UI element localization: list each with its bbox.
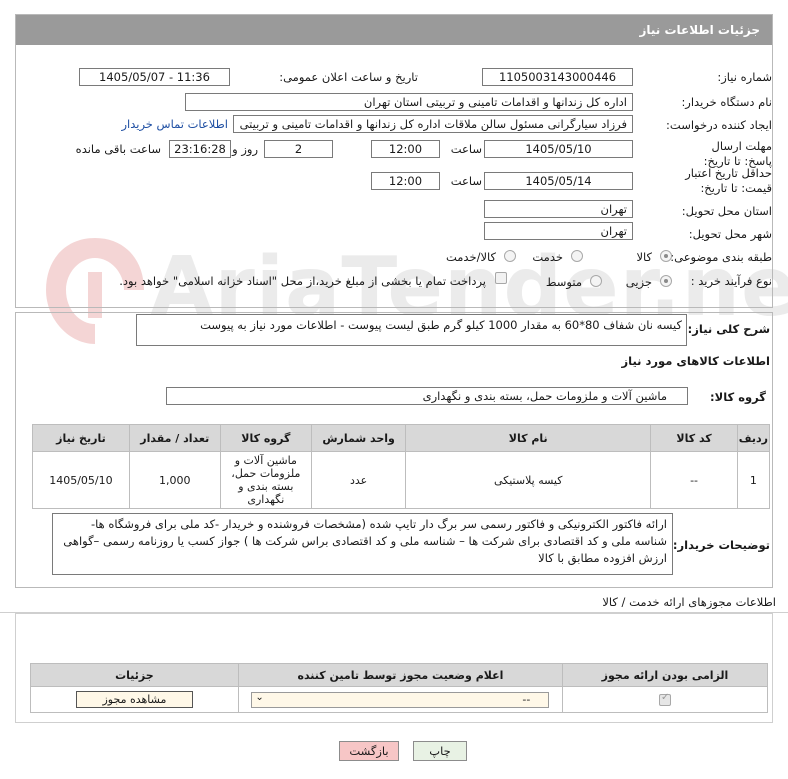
validity-time-field: 12:00 (371, 172, 440, 190)
details-panel: جزئیات اطلاعات نیاز (15, 14, 773, 308)
chevron-down-icon: ⌄ (255, 691, 264, 703)
deadline-date-field: 1405/05/10 (484, 140, 633, 158)
category-option-goods: کالا (636, 250, 652, 264)
buyer-org-field: اداره کل زندانها و اقدامات تامینی و تربی… (185, 93, 633, 111)
col-header-qty: تعداد / مقدار (128, 424, 221, 452)
category-label: طبقه بندی موضوعی: (670, 250, 772, 264)
col-header-row: ردیف (736, 424, 771, 452)
deadline-time-field: 12:00 (371, 140, 440, 158)
col-header-group: گروه کالا (219, 424, 313, 452)
col-header-required: الزامی بودن ارائه مجوز (562, 663, 768, 687)
panel-header: جزئیات اطلاعات نیاز (16, 15, 772, 45)
view-permit-button[interactable]: مشاهده مجوز (75, 691, 193, 708)
process-radio-medium[interactable] (590, 275, 602, 287)
category-option-service: خدمت (532, 250, 563, 264)
validity-label: حداقل تاریخ اعتبار قیمت: تا تاریخ: (685, 166, 772, 195)
category-radio-goods[interactable] (660, 250, 672, 262)
requester-field: فرزاد سیارگرانی مسئول سالن ملاقات اداره … (233, 115, 633, 133)
col-header-code: کد کالا (650, 424, 738, 452)
cell-item-name: کیسه پلاستیکی (405, 451, 652, 509)
goods-table: ردیف کد کالا نام کالا واحد شمارش گروه کا… (32, 424, 771, 509)
cell-quantity: 1,000 (128, 451, 221, 509)
permit-status-select[interactable]: -- ⌄ (251, 691, 550, 708)
process-option-minor: جزیی (625, 275, 652, 289)
col-header-details: جزئیات (30, 663, 239, 687)
category-radio-goods-service[interactable] (504, 250, 516, 262)
validity-date-field: 1405/05/14 (484, 172, 633, 190)
table-row: ✓ -- ⌄ مشاهده مجوز (30, 686, 768, 713)
announce-datetime-field: 1405/05/07 - 11:36 (79, 68, 230, 86)
status-cell: -- ⌄ (237, 686, 564, 713)
validity-time-label: ساعت (450, 174, 482, 188)
col-header-date: تاریخ نیاز (32, 424, 130, 452)
goods-group-label: گروه کالا: (710, 390, 766, 404)
description-label: شرح کلی نیاز: (687, 322, 770, 336)
days-remaining-field: 2 (264, 140, 333, 158)
treasury-payment-note: پرداخت تمام یا بخشی از مبلغ خرید،از محل … (119, 274, 486, 288)
days-label: روز و (232, 142, 258, 156)
buyer-notes-label: توضیحات خریدار: (672, 538, 770, 552)
remaining-time-field: 23:16:28 (169, 140, 231, 158)
cell-need-date: 1405/05/10 (32, 451, 130, 509)
buyer-notes-textarea[interactable]: ارائه فاکتور الکترونیکی و فاکتور رسمی سر… (52, 513, 673, 575)
cell-item-code: -- (650, 451, 738, 509)
goods-group-field: ماشین آلات و ملزومات حمل، بسته بندی و نگ… (166, 387, 688, 405)
permits-table: الزامی بودن ارائه مجوز اعلام وضعیت مجوز … (30, 663, 768, 713)
col-header-unit: واحد شمارش (311, 424, 407, 452)
print-button[interactable]: چاپ (413, 741, 467, 761)
cell-unit: عدد (311, 451, 407, 509)
requester-label: ایجاد کننده درخواست: (666, 118, 772, 132)
buyer-org-label: نام دستگاه خریدار: (681, 95, 772, 109)
category-option-goods-service: کالا/خدمت (445, 250, 496, 264)
cell-row-number: 1 (736, 451, 771, 509)
process-radio-minor[interactable] (660, 275, 672, 287)
permit-status-value: -- (522, 692, 531, 706)
province-label: استان محل تحویل: (681, 204, 772, 218)
check-icon: ✓ (661, 692, 670, 703)
table-row: 1 -- کیسه پلاستیکی عدد ماشین آلات و ملزو… (32, 451, 771, 509)
details-cell: مشاهده مجوز (30, 686, 239, 713)
required-cell: ✓ (562, 686, 768, 713)
need-number-field: 1105003143000446 (482, 68, 633, 86)
permits-table-header: الزامی بودن ارائه مجوز اعلام وضعیت مجوز … (30, 663, 768, 687)
cell-group: ماشین آلات و ملزومات حمل، بسته بندی و نگ… (219, 451, 313, 509)
province-field: تهران (484, 200, 633, 218)
treasury-payment-checkbox[interactable] (495, 272, 507, 284)
goods-table-header: ردیف کد کالا نام کالا واحد شمارش گروه کا… (32, 424, 771, 452)
goods-section-title: اطلاعات کالاهای مورد نیاز (621, 354, 770, 368)
city-field: تهران (484, 222, 633, 240)
col-header-name: نام کالا (405, 424, 652, 452)
announce-label: تاریخ و ساعت اعلان عمومی: (279, 70, 418, 84)
city-label: شهر محل تحویل: (688, 227, 772, 241)
remaining-time-label: ساعت باقی مانده (75, 142, 161, 156)
permits-title: اطلاعات مجوزهای ارائه خدمت / کالا (602, 595, 776, 609)
deadline-label: مهلت ارسال پاسخ: تا تاریخ: (703, 139, 772, 168)
description-textarea[interactable]: کیسه نان شفاف 80*60 به مقدار 1000 کیلو گ… (136, 314, 687, 346)
category-radio-service[interactable] (571, 250, 583, 262)
need-number-label: شماره نیاز: (717, 70, 772, 84)
deadline-time-label: ساعت (450, 142, 482, 156)
process-label: نوع فرآیند خرید : (690, 274, 772, 288)
back-button[interactable]: بازگشت (339, 741, 399, 761)
process-option-medium: متوسط (545, 275, 582, 289)
buyer-contact-link[interactable]: اطلاعات تماس خریدار (121, 117, 228, 131)
panel-title: جزئیات اطلاعات نیاز (639, 23, 760, 37)
col-header-status: اعلام وضعیت مجوز توسط تامین کننده (237, 663, 564, 687)
permit-required-checkbox: ✓ (659, 692, 671, 706)
